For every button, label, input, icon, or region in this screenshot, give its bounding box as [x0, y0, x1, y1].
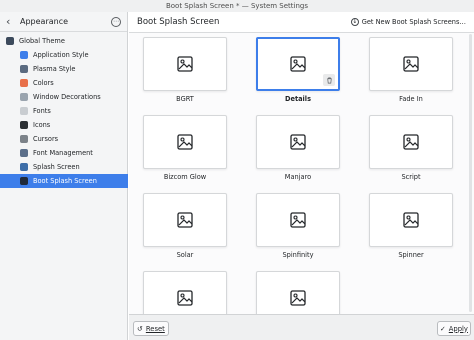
theme-name: Manjaro — [284, 173, 312, 181]
colors-icon — [20, 79, 28, 87]
theme-tile[interactable] — [369, 37, 453, 91]
hamburger-menu-icon[interactable]: ⋯ — [111, 16, 121, 27]
get-new-label: Get New Boot Splash Screens… — [361, 18, 466, 26]
sidebar-title: Appearance — [20, 17, 69, 26]
sidebar-item-label: Fonts — [33, 107, 51, 115]
image-placeholder-icon — [177, 290, 193, 306]
sidebar-item-label: Plasma Style — [33, 65, 76, 73]
sidebar-header: ‹ Appearance ⋯ — [0, 12, 127, 32]
theme-name: Bizcom Glow — [163, 173, 207, 181]
application-style-icon — [20, 51, 28, 59]
theme-tile[interactable] — [256, 271, 340, 314]
page-title: Boot Splash Screen — [137, 17, 220, 27]
download-icon: ↓ — [350, 18, 359, 26]
image-placeholder-icon — [290, 56, 306, 72]
theme-name: Spinfinity — [282, 251, 314, 259]
footer: ↺ Reset ✓ Apply — [129, 314, 474, 340]
splash-screen-icon — [20, 163, 28, 171]
sidebar-item-label: Colors — [33, 79, 54, 87]
theme-name: BGRT — [176, 95, 194, 103]
trash-icon[interactable] — [323, 74, 335, 86]
image-placeholder-icon — [290, 134, 306, 150]
image-placeholder-icon — [177, 212, 193, 228]
sidebar-item-application-style[interactable]: Application Style — [0, 48, 128, 62]
sidebar-item-boot-splash-screen[interactable]: Boot Splash Screen — [0, 174, 128, 188]
sidebar-item-label: Window Decorations — [33, 93, 101, 101]
sidebar-item-window-decorations[interactable]: Window Decorations — [0, 90, 128, 104]
sidebar-item-label: Icons — [33, 121, 51, 129]
sidebar-item-label: Global Theme — [19, 37, 65, 45]
back-arrow-icon[interactable]: ‹ — [6, 15, 16, 28]
sidebar-item-fonts[interactable]: Fonts — [0, 104, 128, 118]
sidebar-item-cursors[interactable]: Cursors — [0, 132, 128, 146]
sidebar-item-plasma-style[interactable]: Plasma Style — [0, 62, 128, 76]
theme-tile[interactable] — [256, 115, 340, 169]
image-placeholder-icon — [290, 212, 306, 228]
scrollbar[interactable] — [469, 34, 472, 312]
sidebar-item-label: Splash Screen — [33, 163, 80, 171]
apply-label: Apply — [448, 324, 468, 333]
reset-icon: ↺ — [137, 324, 143, 333]
image-placeholder-icon — [177, 56, 193, 72]
sidebar-item-global-theme[interactable]: Global Theme — [0, 34, 128, 48]
theme-name: Fade In — [399, 95, 423, 103]
cursors-icon — [20, 135, 28, 143]
sidebar-item-label: Boot Splash Screen — [33, 177, 97, 185]
image-placeholder-icon — [290, 290, 306, 306]
theme-tile[interactable] — [143, 193, 227, 247]
theme-tile[interactable] — [369, 115, 453, 169]
image-placeholder-icon — [403, 212, 419, 228]
theme-tile[interactable] — [143, 115, 227, 169]
get-new-button[interactable]: ↓ Get New Boot Splash Screens… — [350, 18, 466, 26]
theme-name: Script — [401, 173, 421, 181]
reset-button[interactable]: ↺ Reset — [133, 321, 169, 336]
sidebar-item-label: Font Management — [33, 149, 93, 157]
sidebar-item-font-management[interactable]: Font Management — [0, 146, 128, 160]
main-header: Boot Splash Screen ↓ Get New Boot Splash… — [129, 12, 474, 32]
theme-tile[interactable] — [143, 271, 227, 314]
reset-label: Reset — [145, 324, 165, 333]
window-decorations-icon — [20, 93, 28, 101]
icons-icon — [20, 121, 28, 129]
sidebar: ‹ Appearance ⋯ Global Theme Application S… — [0, 12, 128, 340]
image-placeholder-icon — [177, 134, 193, 150]
image-placeholder-icon — [403, 56, 419, 72]
theme-name: Spinner — [398, 251, 424, 259]
theme-name: Solar — [176, 251, 194, 259]
fonts-icon — [20, 107, 28, 115]
checkmark-icon: ✓ — [440, 324, 446, 333]
plasma-style-icon — [20, 65, 28, 73]
theme-name: Details — [285, 95, 311, 103]
theme-tile[interactable] — [369, 193, 453, 247]
global-theme-icon — [6, 37, 14, 45]
font-management-icon — [20, 149, 28, 157]
boot-splash-screen-icon — [20, 177, 28, 185]
sidebar-item-icons[interactable]: Icons — [0, 118, 128, 132]
theme-tile[interactable] — [143, 37, 227, 91]
apply-button[interactable]: ✓ Apply — [437, 321, 471, 336]
sidebar-item-colors[interactable]: Colors — [0, 76, 128, 90]
sidebar-item-label: Application Style — [33, 51, 89, 59]
theme-tile[interactable] — [256, 37, 340, 91]
theme-tile[interactable] — [256, 193, 340, 247]
image-placeholder-icon — [403, 134, 419, 150]
sidebar-item-splash-screen[interactable]: Splash Screen — [0, 160, 128, 174]
theme-grid: BGRT Details Fade In Bizcom Glow Manjaro Scri… — [129, 32, 474, 314]
window-title: Boot Splash Screen * — System Settings — [0, 0, 474, 12]
sidebar-item-label: Cursors — [33, 135, 59, 143]
